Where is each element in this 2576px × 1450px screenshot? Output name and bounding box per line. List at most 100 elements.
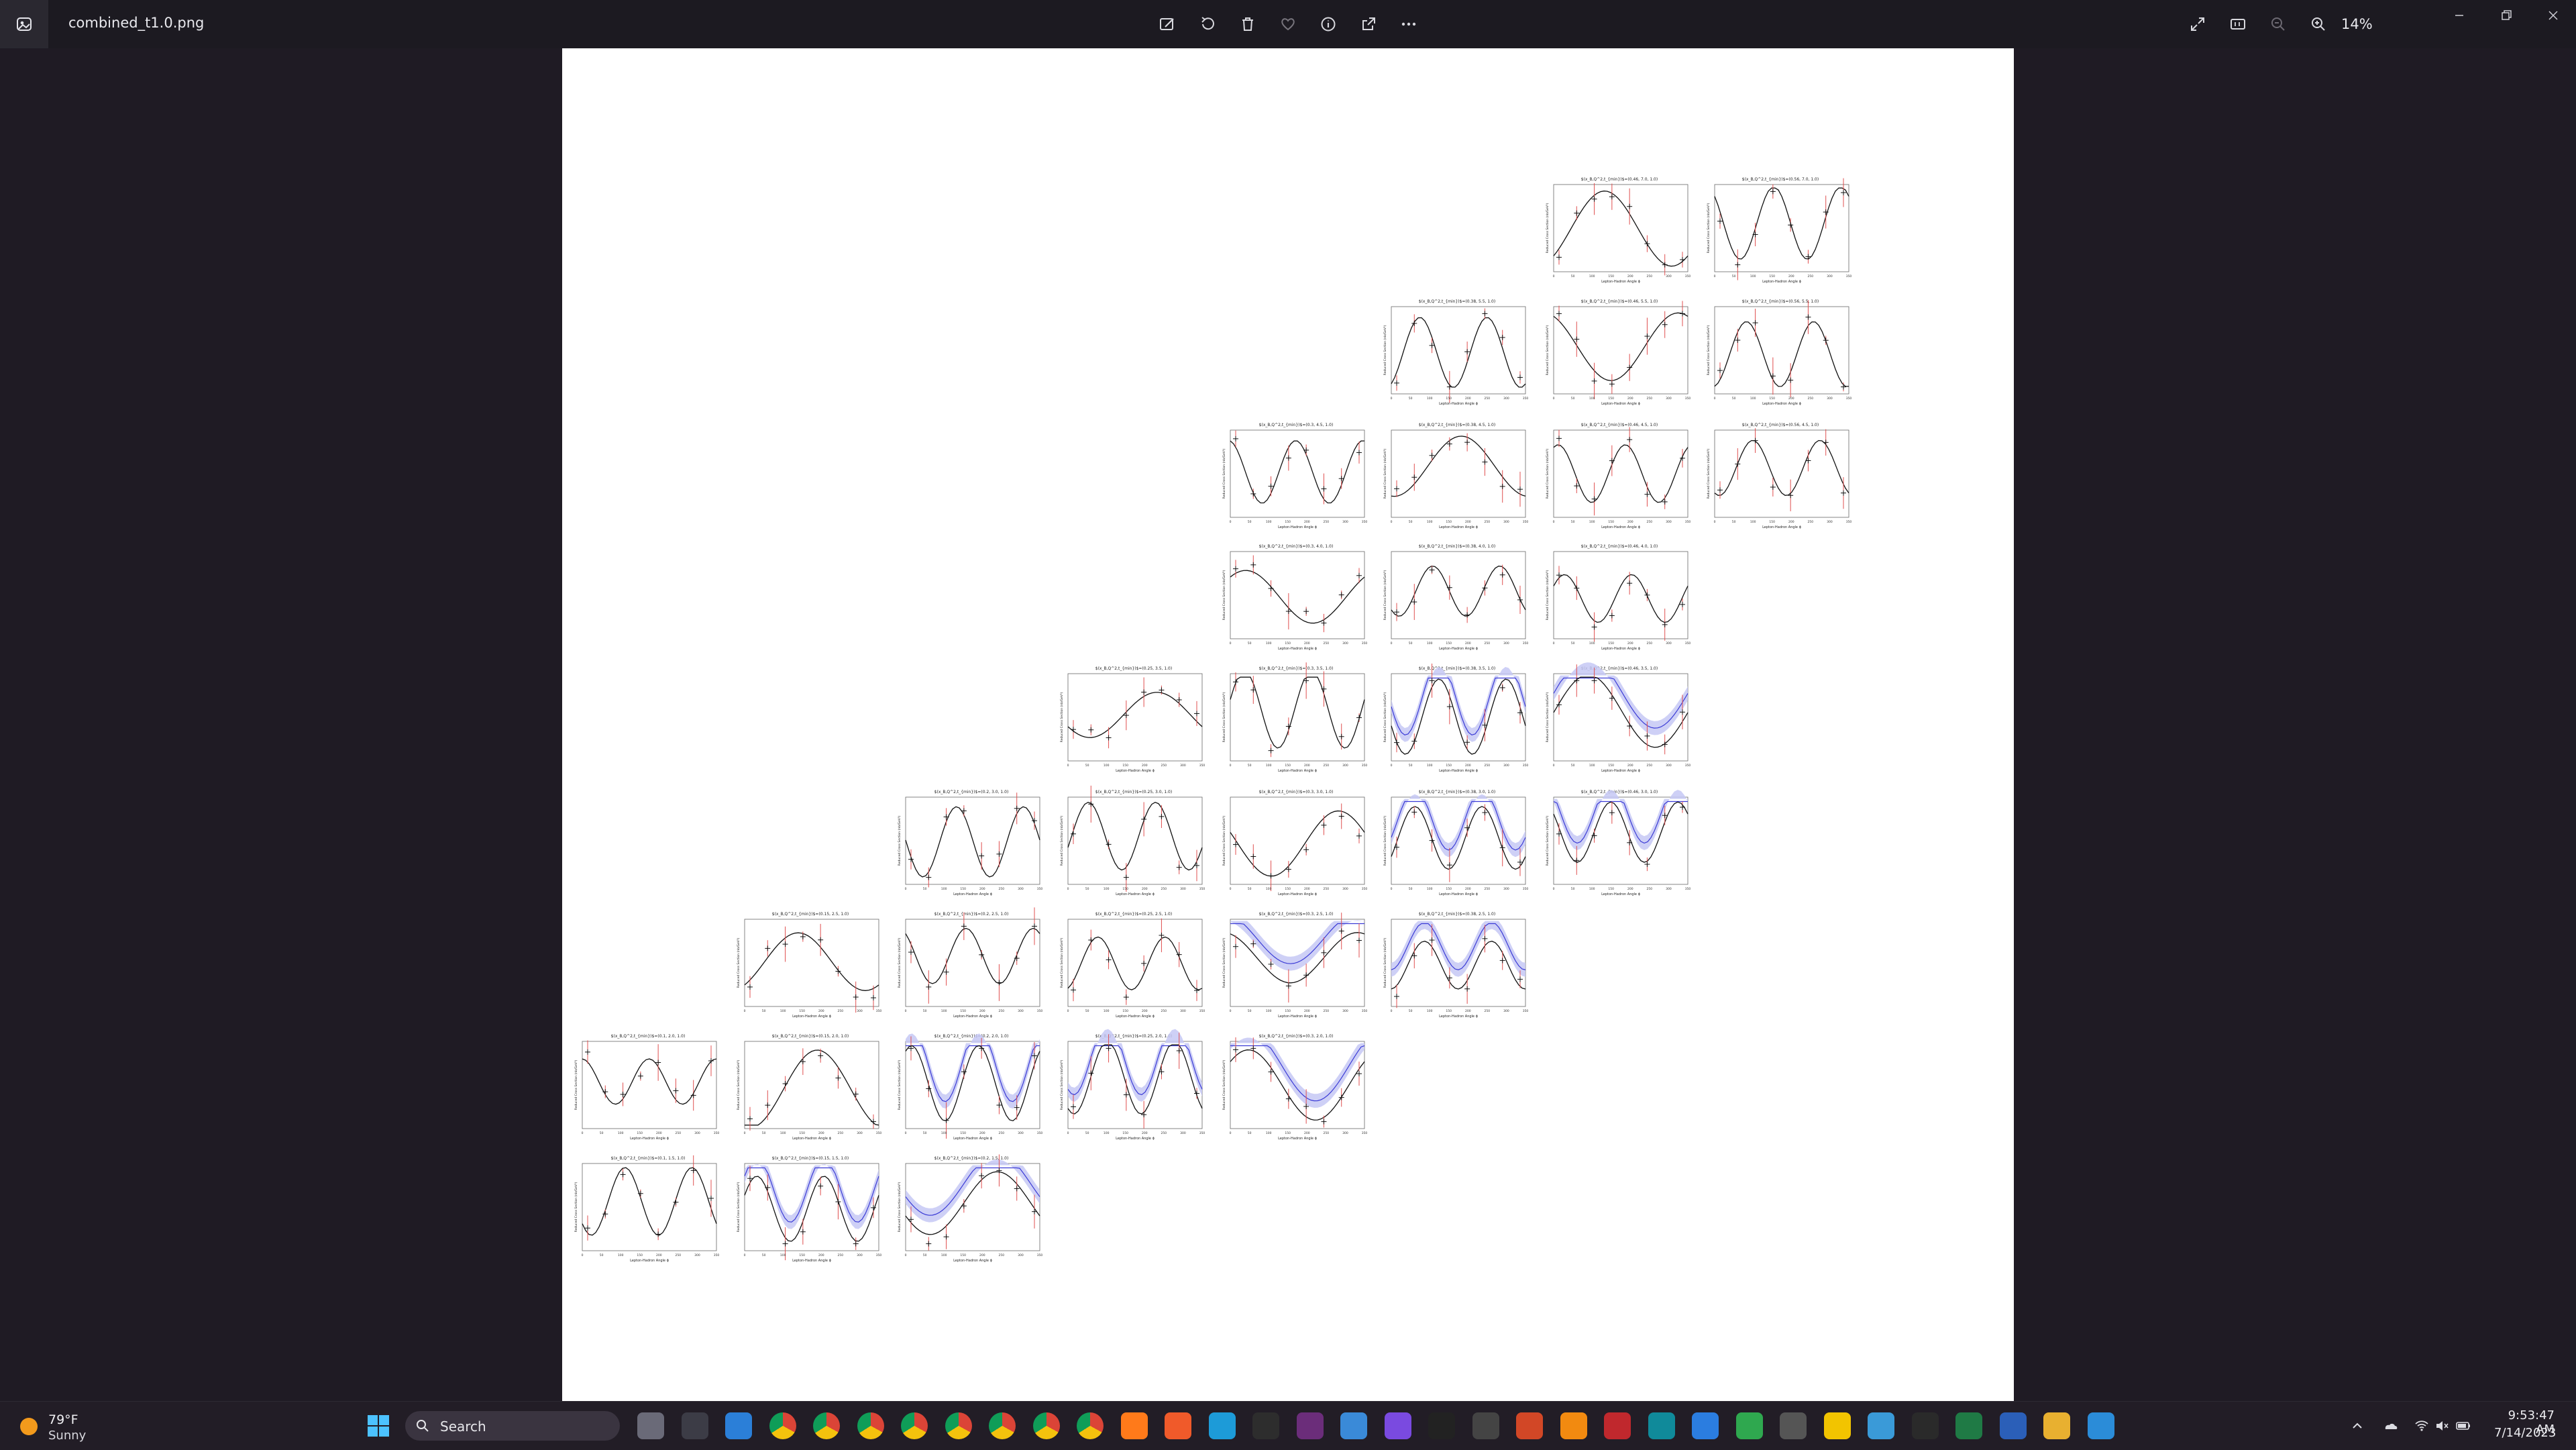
x-tick-label: 250 bbox=[1324, 764, 1330, 768]
search-box[interactable]: Search bbox=[405, 1411, 620, 1441]
x-tick-label: 200 bbox=[1627, 887, 1633, 891]
dropbox-taskbar-icon[interactable] bbox=[1692, 1412, 1719, 1439]
subplot-axes bbox=[582, 1163, 717, 1251]
edge-taskbar-icon[interactable] bbox=[1208, 1412, 1236, 1439]
favorites-taskbar-icon[interactable] bbox=[1823, 1412, 1851, 1439]
wifi-icon[interactable] bbox=[2414, 1418, 2430, 1434]
rotate-button[interactable] bbox=[1193, 9, 1222, 39]
restore-icon bbox=[2502, 10, 2512, 20]
x-tick-label: 100 bbox=[1427, 641, 1433, 645]
x-tick-label: 250 bbox=[1485, 520, 1491, 524]
word-taskbar-icon[interactable] bbox=[1999, 1412, 2027, 1439]
x-tick-label: 50 bbox=[1571, 520, 1575, 524]
solidworks-taskbar-icon[interactable] bbox=[1604, 1412, 1631, 1439]
x-tick-label: 350 bbox=[1523, 397, 1529, 401]
tor-taskbar-icon[interactable] bbox=[1384, 1412, 1411, 1439]
x-tick-label: 150 bbox=[637, 1253, 643, 1257]
arduino-taskbar-icon[interactable] bbox=[1648, 1412, 1675, 1439]
notion-taskbar-icon[interactable] bbox=[1252, 1412, 1279, 1439]
x-axis-label: Lepton-Hadron Angle ϕ bbox=[953, 892, 993, 896]
x-tick-label: 50 bbox=[1085, 1131, 1089, 1135]
onedrive-icon[interactable] bbox=[2383, 1418, 2399, 1434]
slack-taskbar-icon[interactable] bbox=[1296, 1412, 1324, 1439]
powerpoint-taskbar-icon[interactable] bbox=[1516, 1412, 1543, 1439]
subplot-panel: $(x_B,Q^2,t_{min})$=(0.56, 4.5, 1.0) 0 50 1… bbox=[1707, 423, 1851, 529]
excel-taskbar-icon[interactable] bbox=[1955, 1412, 1982, 1439]
screen-recorder-taskbar-icon[interactable] bbox=[1428, 1412, 1455, 1439]
minimize-button[interactable] bbox=[2439, 5, 2479, 25]
chrome-taskbar-icon[interactable] bbox=[769, 1412, 796, 1439]
chrome-taskbar-icon[interactable] bbox=[945, 1412, 972, 1439]
fullscreen-button[interactable] bbox=[2183, 9, 2212, 39]
photos-taskbar-icon[interactable] bbox=[2087, 1412, 2114, 1439]
x-axis-label: Lepton-Hadron Angle ϕ bbox=[1278, 1015, 1318, 1019]
terminal-taskbar-icon[interactable] bbox=[681, 1412, 708, 1439]
x-tick-label: 350 bbox=[1362, 887, 1368, 891]
image-canvas[interactable]: $(x_B,Q^2,t_{min})$=(0.46, 7.0, 1.0) 0 50 1… bbox=[562, 48, 2014, 1401]
x-tick-label: 150 bbox=[1446, 397, 1452, 401]
share-button[interactable] bbox=[1354, 9, 1383, 39]
chrome-taskbar-icon[interactable] bbox=[1077, 1412, 1104, 1439]
x-tick-label: 100 bbox=[1589, 764, 1595, 768]
restore-button[interactable] bbox=[2486, 5, 2526, 25]
x-tick-label: 0 bbox=[1714, 520, 1716, 524]
folder-taskbar-icon[interactable] bbox=[2043, 1412, 2070, 1439]
weather-temperature: 79°F bbox=[48, 1412, 78, 1427]
chart-app-taskbar-icon[interactable] bbox=[1735, 1412, 1763, 1439]
info-button[interactable] bbox=[1313, 9, 1343, 39]
x-tick-label: 100 bbox=[618, 1253, 624, 1257]
y-axis-label: Reduced Cross Section (nb/GeV²) bbox=[737, 1182, 741, 1232]
x-tick-label: 250 bbox=[1808, 397, 1814, 401]
clock-taskbar-icon[interactable] bbox=[1868, 1412, 1894, 1439]
x-tick-label: 300 bbox=[1342, 1009, 1348, 1013]
vlc-taskbar-icon[interactable] bbox=[1560, 1412, 1587, 1439]
speaker-muted-icon[interactable] bbox=[2434, 1418, 2450, 1434]
subplot-axes bbox=[1714, 429, 1849, 518]
x-tick-label: 350 bbox=[876, 1009, 882, 1013]
weather-widget[interactable]: 79°F Sunny bbox=[17, 1410, 111, 1443]
zoom-level[interactable]: 14% bbox=[2341, 16, 2373, 32]
clock-date[interactable]: 7/14/2023 bbox=[2494, 1426, 2556, 1440]
firefox-taskbar-icon[interactable] bbox=[1120, 1412, 1148, 1439]
y-axis-label: Reduced Cross Section (nb/GeV²) bbox=[1222, 692, 1226, 742]
x-tick-label: 150 bbox=[1608, 887, 1614, 891]
x-tick-label: 100 bbox=[1589, 887, 1595, 891]
x-tick-label: 0 bbox=[1230, 764, 1232, 768]
photos-app-icon[interactable] bbox=[0, 0, 48, 48]
chrome-taskbar-icon[interactable] bbox=[1032, 1412, 1060, 1439]
file-explorer-taskbar-icon[interactable] bbox=[637, 1412, 664, 1439]
subplot-title: $(x_B,Q^2,t_{min})$=(0.15, 1.5, 1.0) bbox=[772, 1156, 849, 1161]
notepad-taskbar-icon[interactable] bbox=[1911, 1412, 1939, 1439]
y-axis-label: Reduced Cross Section (nb/GeV²) bbox=[1546, 203, 1550, 253]
y-axis-label: Reduced Cross Section (nb/GeV²) bbox=[898, 1182, 902, 1232]
x-tick-label: 350 bbox=[1685, 274, 1691, 278]
x-tick-label: 200 bbox=[1142, 1009, 1148, 1013]
x-tick-label: 0 bbox=[1553, 274, 1555, 278]
vscode-taskbar-icon[interactable] bbox=[725, 1412, 752, 1439]
brave-taskbar-icon[interactable] bbox=[1165, 1412, 1191, 1439]
zoom-in-button[interactable] bbox=[2304, 9, 2333, 39]
start-button[interactable] bbox=[366, 1414, 390, 1438]
close-button[interactable] bbox=[2533, 5, 2573, 25]
x-tick-label: 250 bbox=[1324, 641, 1330, 645]
battery-icon[interactable] bbox=[2455, 1418, 2471, 1434]
chrome-taskbar-icon[interactable] bbox=[901, 1412, 928, 1439]
mail-taskbar-icon[interactable] bbox=[1340, 1412, 1367, 1439]
chrome-taskbar-icon[interactable] bbox=[857, 1412, 884, 1439]
x-tick-label: 150 bbox=[1608, 397, 1614, 401]
x-axis-label: Lepton-Hadron Angle ϕ bbox=[1439, 769, 1479, 773]
delete-button[interactable] bbox=[1233, 9, 1263, 39]
x-tick-label: 200 bbox=[979, 887, 985, 891]
more-button[interactable] bbox=[1394, 9, 1424, 39]
unity-taskbar-icon[interactable] bbox=[1472, 1412, 1499, 1439]
zoom-out-button[interactable] bbox=[2263, 9, 2293, 39]
game-app-taskbar-icon[interactable] bbox=[1780, 1412, 1807, 1439]
edit-image-button[interactable] bbox=[1152, 9, 1182, 39]
chevron-up-icon[interactable] bbox=[2349, 1418, 2365, 1434]
chrome-taskbar-icon[interactable] bbox=[813, 1412, 840, 1439]
favorite-button[interactable] bbox=[1273, 9, 1303, 39]
chrome-taskbar-icon[interactable] bbox=[989, 1412, 1016, 1439]
actual-size-button[interactable] bbox=[2223, 9, 2253, 39]
trash-icon bbox=[1242, 17, 1253, 31]
rotate-icon bbox=[1201, 17, 1214, 30]
